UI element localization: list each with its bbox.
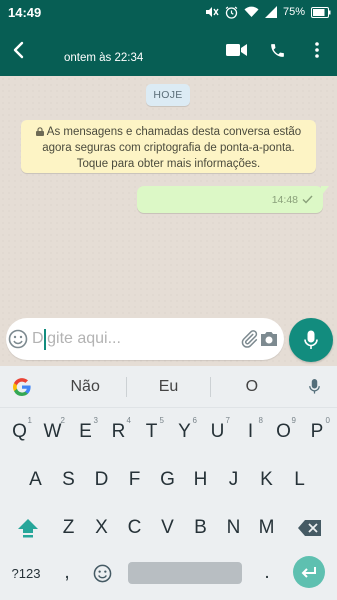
video-call-button[interactable] [217,24,257,76]
google-logo-button[interactable] [0,366,44,408]
key-i[interactable]: I8 [234,414,267,450]
key-u[interactable]: U7 [201,414,234,450]
contact-info[interactable]: ontem às 22:34 [64,24,143,76]
suggestion-1[interactable]: Não [44,378,126,396]
signal-icon [264,6,277,18]
back-arrow-icon [13,41,24,59]
encryption-notice-text: As mensagens e chamadas desta conversa e… [42,126,302,170]
keyboard: Não Eu O Q1 W2 E3 R4 T5 Y6 U7 I8 O9 P0 A… [0,366,337,600]
video-camera-icon [226,44,247,56]
key-k[interactable]: K [250,462,283,498]
key-s[interactable]: S [52,462,85,498]
suggestion-3[interactable]: O [211,378,293,396]
sent-check-icon [302,195,313,204]
emoji-key[interactable] [86,556,118,590]
suggestion-2[interactable]: Eu [127,378,209,396]
battery-icon [311,6,331,18]
period-key[interactable]: . [252,556,282,590]
back-button[interactable] [2,24,34,76]
status-time: 14:49 [8,4,42,20]
message-input[interactable] [28,318,239,360]
key-b[interactable]: B [184,510,217,546]
key-w[interactable]: W2 [36,414,69,450]
battery-percent: 75% [282,6,305,18]
emoji-icon [8,329,28,349]
key-x[interactable]: X [85,510,118,546]
header-actions [217,24,337,76]
voice-call-button[interactable] [257,24,297,76]
key-v[interactable]: V [151,510,184,546]
key-e[interactable]: E3 [69,414,102,450]
emoji-button[interactable] [8,318,28,360]
key-t[interactable]: T5 [135,414,168,450]
backspace-key[interactable] [290,510,330,546]
key-l[interactable]: L [283,462,316,498]
key-n[interactable]: N [217,510,250,546]
suggestion-strip: Não Eu O [0,366,337,408]
outgoing-message[interactable]: 14:48 [137,186,329,213]
shift-key[interactable] [8,510,48,546]
more-options-button[interactable] [297,24,337,76]
enter-key[interactable] [293,556,325,588]
mute-icon [205,7,219,17]
key-c[interactable]: C [118,510,151,546]
paperclip-icon [241,330,258,348]
key-g[interactable]: G [151,462,184,498]
status-bar: 14:49 75% [0,0,337,24]
bubble-tail [321,186,329,196]
key-h[interactable]: H [184,462,217,498]
wifi-icon [244,6,259,18]
more-vert-icon [315,42,319,58]
key-f[interactable]: F [118,462,151,498]
key-y[interactable]: Y6 [168,414,201,450]
camera-button[interactable] [259,318,279,360]
key-d[interactable]: D [85,462,118,498]
microphone-icon [309,379,321,394]
key-o[interactable]: O9 [267,414,300,450]
date-chip: HOJE [146,84,190,106]
enter-arrow-icon [301,566,316,578]
text-cursor [44,329,46,350]
status-icons: 75% [205,6,331,19]
emoji-icon [93,564,111,582]
google-g-icon [13,377,31,396]
voice-record-button[interactable] [289,318,333,362]
backspace-icon [298,520,321,536]
key-r[interactable]: R4 [102,414,135,450]
alarm-icon [225,6,238,19]
key-a[interactable]: A [19,462,52,498]
camera-icon [261,332,277,346]
phone-icon [270,43,284,57]
key-q[interactable]: Q1 [3,414,36,450]
comma-key[interactable]: , [52,556,82,590]
lock-icon [35,127,44,136]
chat-header: ontem às 22:34 [0,24,337,76]
shift-arrow-icon [18,519,38,538]
symbols-key[interactable]: ?123 [4,556,48,590]
contact-name [64,36,124,50]
keyboard-voice-button[interactable] [293,366,337,408]
key-p[interactable]: P0 [300,414,334,450]
last-seen: ontem às 22:34 [64,52,144,64]
encryption-notice[interactable]: As mensagens e chamadas desta conversa e… [21,120,316,173]
key-j[interactable]: J [217,462,250,498]
attach-button[interactable] [239,318,259,360]
microphone-icon [304,330,318,349]
key-m[interactable]: M [250,510,283,546]
space-bar[interactable] [128,562,242,584]
key-z[interactable]: Z [52,510,85,546]
composer [6,318,284,360]
message-time: 14:48 [271,193,298,206]
